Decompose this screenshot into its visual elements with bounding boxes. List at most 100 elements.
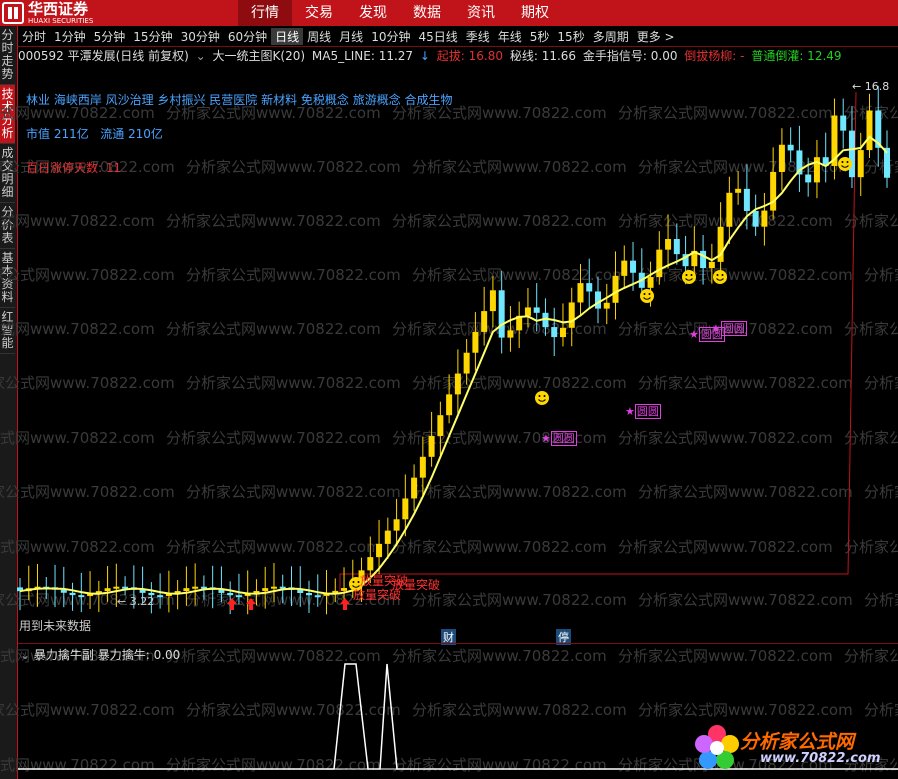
- yuanyuan-label: 圆圆: [720, 321, 747, 336]
- price-low-label: ← 3.22: [117, 595, 155, 608]
- market-cap-text: 市值 211亿 流通 210亿: [26, 125, 163, 142]
- watermark-text: 分析家公式网www.70822.com: [186, 483, 401, 501]
- watermark-text: 分析家公式网www.70822.com: [412, 591, 627, 609]
- watermark-text: 分析家公式网www.70822.com: [166, 756, 381, 774]
- smiley-icon: [838, 157, 852, 171]
- watermark-text: 分析家公式网www.70822.com: [0, 320, 155, 338]
- candle-body: [778, 144, 785, 172]
- candle-body: [393, 519, 400, 531]
- candle-body: [857, 150, 864, 178]
- watermark-text: 分析家公式网www.70822.com: [844, 538, 898, 556]
- watermark-text: 分析家公式网www.70822.com: [166, 647, 381, 665]
- watermark-text: 分析家公式网www.70822.com: [0, 374, 175, 392]
- watermark-text: 分析家公式网www.70822.com: [186, 374, 401, 392]
- candle-body: [498, 290, 505, 338]
- yuanyuan-signal-2: ★ 圆圆: [625, 404, 661, 419]
- breakout-label-3: 放量突破: [360, 574, 409, 588]
- watermark-text: 分析家公式网www.70822.com: [844, 429, 898, 447]
- watermark-text: 分析家公式网www.70822.com: [186, 158, 401, 176]
- watermark-text: 分析家公式网www.70822.com: [0, 701, 175, 719]
- watermark-text: 分析家公式网www.70822.com: [412, 158, 627, 176]
- panel-collapse-icon[interactable]: ⌄: [20, 648, 30, 662]
- smiley-icon: [535, 391, 549, 405]
- candle-body: [367, 557, 374, 571]
- candle-body: [551, 327, 558, 338]
- candle-body: [419, 456, 426, 478]
- candle-body: [848, 130, 855, 178]
- candle-body: [69, 592, 76, 596]
- watermark-text: 分析家公式网www.70822.com: [864, 374, 898, 392]
- candle-body: [262, 588, 269, 591]
- candle-body: [568, 302, 575, 328]
- price-high-value: 16.8: [864, 80, 890, 93]
- candle-body: [805, 174, 812, 183]
- watermark-text: 分析家公式网www.70822.com: [618, 429, 833, 447]
- candle-body: [630, 260, 637, 273]
- watermark-text: 分析家公式网www.70822.com: [412, 266, 627, 284]
- candle-body: [78, 595, 85, 598]
- future-data-notice: 用到未来数据: [19, 619, 92, 633]
- lower-indicator-name[interactable]: 暴力擒牛副: [34, 648, 94, 662]
- candle-body: [489, 290, 496, 312]
- candle-body: [376, 543, 383, 558]
- watermark-text: 分析家公式网www.70822.com: [618, 212, 833, 230]
- candle-body: [113, 586, 120, 589]
- candle-body: [183, 588, 190, 592]
- candle-body: [726, 192, 733, 227]
- candle-body: [752, 210, 759, 227]
- candle-body: [673, 239, 680, 255]
- candle-body: [104, 588, 111, 592]
- price-high-label: ← 16.8: [852, 80, 890, 93]
- candle-body: [735, 188, 742, 193]
- candle-body: [559, 327, 566, 338]
- watermark-text: 分析家公式网www.70822.com: [638, 158, 853, 176]
- candle-body: [314, 595, 321, 598]
- watermark-layer: 分析家公式网www.70822.com 分析家公式网www.70822.com 分析…: [0, 104, 898, 774]
- watermark-text: 分析家公式网www.70822.com: [392, 538, 607, 556]
- watermark-text: 分析家公式网www.70822.com: [638, 591, 853, 609]
- brand-watermark-text: 分析家公式网: [740, 731, 855, 753]
- candle-body: [743, 188, 750, 211]
- watermark-text: 分析家公式网www.70822.com: [864, 591, 898, 609]
- candle-body: [411, 477, 418, 499]
- yuanyuan-label: 圆圆: [550, 431, 577, 446]
- candle-body: [227, 592, 234, 596]
- watermark-text: 分析家公式网www.70822.com: [0, 538, 155, 556]
- candle-body: [708, 261, 715, 269]
- candle-body: [612, 275, 619, 303]
- brand-flower-icon: [695, 725, 739, 769]
- watermark-text: 分析家公式网www.70822.com: [166, 320, 381, 338]
- watermark-text: 分析家公式网www.70822.com: [864, 158, 898, 176]
- watermark-text: 分析家公式网www.70822.com: [844, 647, 898, 665]
- candle-body: [437, 415, 444, 437]
- yuanyuan-signal-4: ★ 圆圆: [711, 321, 747, 336]
- smiley-icon: [713, 270, 727, 284]
- price-low-value: 3.22: [129, 595, 155, 608]
- watermark-text: 分析家公式网www.70822.com: [864, 266, 898, 284]
- float-cap: 流通 210亿: [100, 127, 163, 141]
- concept-tags: 林业 海峡西岸 风沙治理 乡村振兴 民营医院 新材料 免税概念 旅游概念 合成生…: [26, 93, 453, 107]
- watermark-text: 分析家公式网www.70822.com: [618, 104, 833, 122]
- panel-divider: [18, 643, 898, 644]
- market-cap: 市值 211亿: [26, 127, 89, 141]
- candle-body: [866, 110, 873, 151]
- candle-body: [533, 307, 540, 313]
- watermark-text: 分析家公式网www.70822.com: [392, 212, 607, 230]
- candle-body: [384, 530, 391, 544]
- candle-body: [446, 394, 453, 416]
- watermark-text: 分析家公式网www.70822.com: [0, 756, 155, 774]
- candle-body: [507, 330, 514, 338]
- candle-body: [840, 115, 847, 131]
- watermark-text: 分析家公式网www.70822.com: [412, 701, 627, 719]
- watermark-text: 分析家公式网www.70822.com: [0, 266, 175, 284]
- smiley-icon: [640, 289, 654, 303]
- watermark-text: 分析家公式网www.70822.com: [392, 647, 607, 665]
- watermark-text: 分析家公式网www.70822.com: [186, 266, 401, 284]
- candle-body: [235, 595, 242, 598]
- smiley-icon: [682, 270, 696, 284]
- watermark-text: 分析家公式网www.70822.com: [166, 538, 381, 556]
- lower-indicator-value: 暴力擒牛: 0.00: [97, 648, 181, 662]
- watermark-text: 分析家公式网www.70822.com: [638, 701, 853, 719]
- candle-body: [463, 352, 470, 374]
- candle-body: [595, 291, 601, 309]
